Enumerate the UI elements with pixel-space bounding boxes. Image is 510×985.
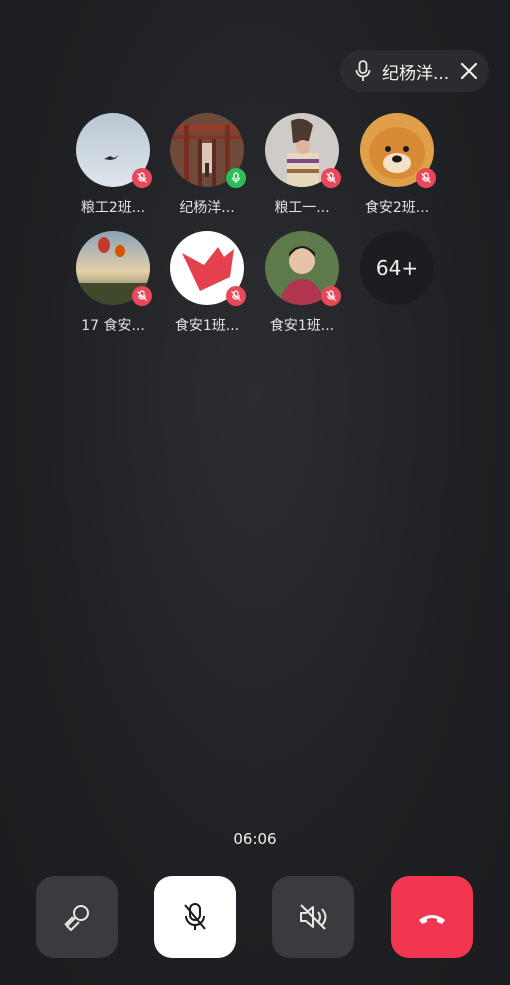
hangup-button[interactable] [391,876,473,958]
mic-off-icon [137,172,147,183]
muted-badge [132,286,152,306]
mute-button[interactable] [154,876,236,958]
member-tile[interactable]: 粮工一... [254,113,350,217]
mic-icon [355,60,371,81]
member-tile[interactable]: 食安1班... [159,231,255,335]
close-icon[interactable] [459,61,479,81]
more-members-count[interactable]: 64+ [360,231,434,305]
member-tile[interactable]: 纪杨洋... [159,113,255,217]
speaking-badge [226,168,246,188]
member-name: 食安1班... [174,318,240,334]
member-tile[interactable]: 食安1班... [254,231,350,335]
volume-button[interactable] [272,876,354,958]
member-name: 纪杨洋... [179,200,235,216]
muted-badge [226,286,246,306]
member-name: 食安1班... [269,318,335,334]
current-speaker-pill[interactable]: 纪杨洋... [340,50,489,92]
muted-badge [321,286,341,306]
member-name: 食安2班... [364,200,430,216]
hangup-icon [419,915,445,924]
mic-icon [231,172,241,183]
mic-off-icon [231,290,241,301]
muted-badge [132,168,152,188]
mic-off-icon [137,290,147,301]
speaker-toggle-button[interactable] [36,876,118,958]
mic-off-icon [184,903,206,930]
call-timer: 06:06 [233,830,277,848]
speaker-off-icon [64,905,89,931]
muted-badge [321,168,341,188]
current-speaker-name: 纪杨洋... [382,63,450,84]
member-tile[interactable]: 17 食安... [65,231,161,335]
member-tile[interactable]: 粮工2班... [65,113,161,217]
more-members-button[interactable]: 64+ [349,231,445,305]
member-tile[interactable]: 食安2班... [349,113,445,217]
member-name: 粮工一... [274,200,330,216]
member-name: 粮工2班... [80,200,146,216]
call-controls [36,876,476,960]
mic-off-icon [326,290,336,301]
volume-off-icon [300,904,327,930]
member-name: 17 食安... [81,318,145,334]
mic-off-icon [421,172,431,183]
muted-badge [416,168,436,188]
mic-off-icon [326,172,336,183]
